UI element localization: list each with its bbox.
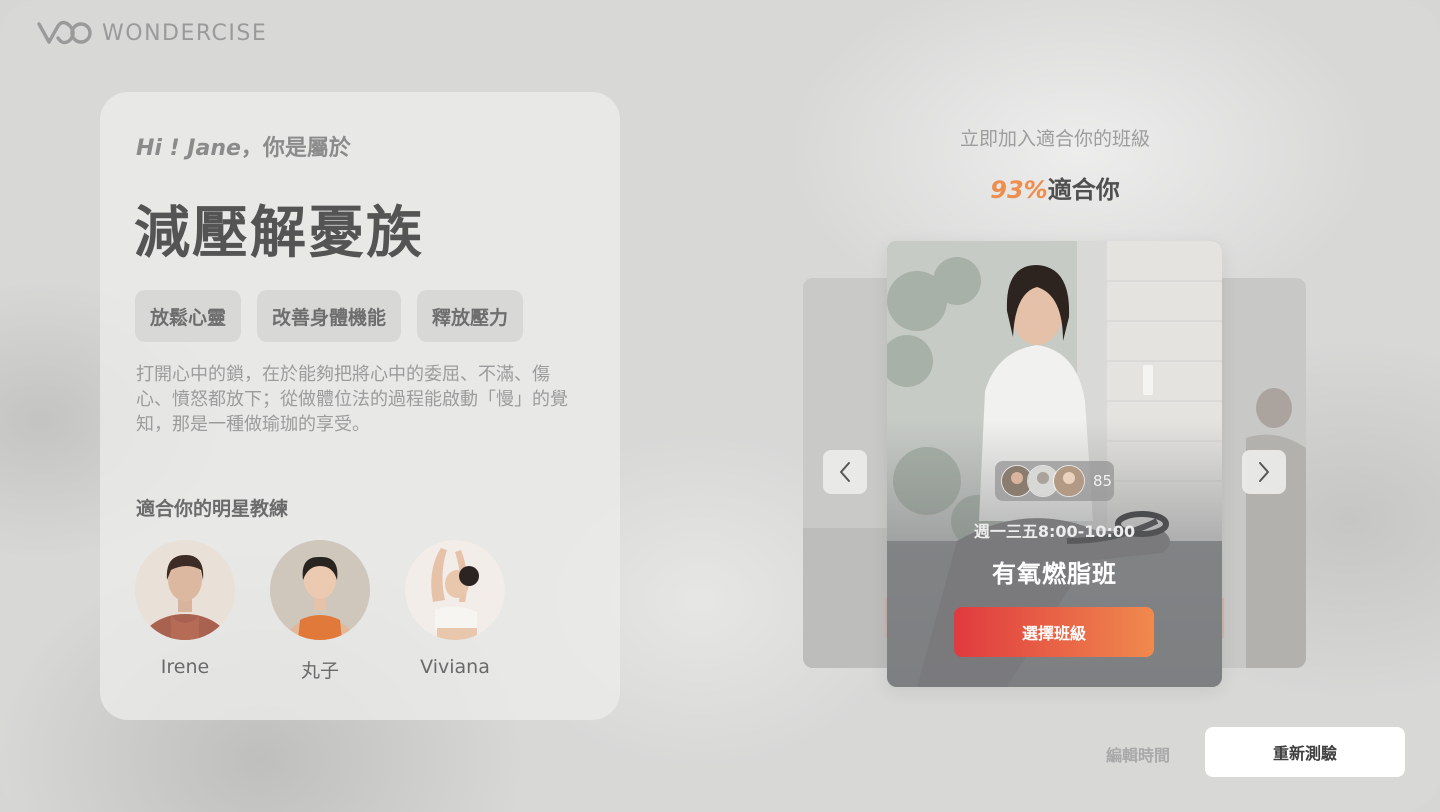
wondercise-logo-icon (37, 20, 92, 45)
type-description: 打開心中的鎖，在於能夠把將心中的委屈、不滿、傷心、憤怒都放下；從做體位法的過程能… (136, 364, 568, 435)
tag-item: 釋放壓力 (417, 290, 524, 342)
coach-name: Irene (160, 656, 210, 678)
match-suffix: 適合你 (1047, 176, 1120, 204)
app-frame: WONDERCISE Hi ! Jane，你是屬於 減壓解憂族 放鬆心靈 改善身… (0, 0, 1440, 812)
member-count: 85 (1093, 472, 1113, 490)
match-rate: 93%適合你 (855, 170, 1255, 205)
carousel-prev-button[interactable] (823, 450, 867, 494)
avatar[interactable] (135, 540, 235, 640)
profile-card: Hi ! Jane，你是屬於 減壓解憂族 放鬆心靈 改善身體機能 釋放壓力 打開… (100, 92, 620, 720)
coach-heading: 適合你的明星教練 (136, 498, 289, 520)
class-schedule: 週一三五8:00-10:00 (973, 522, 1136, 541)
greeting-name: Hi ! Jane (136, 136, 241, 161)
class-card[interactable]: 85 週一三五8:00-10:00 有氧燃脂班 選擇班級 (887, 241, 1222, 687)
chevron-right-icon (1259, 462, 1269, 482)
tag-item: 改善身體機能 (257, 290, 402, 342)
greeting-suffix: ，你是屬於 (240, 136, 351, 161)
tag-list: 放鬆心靈 改善身體機能 釋放壓力 (135, 290, 524, 342)
personality-type-title: 減壓解憂族 (134, 201, 424, 266)
coach-item[interactable]: 丸子 (270, 540, 370, 683)
edit-time-link[interactable]: 編輯時間 (1106, 742, 1170, 766)
member-avatars: 85 (995, 461, 1114, 501)
coach-list: Irene 丸子 Viviana (135, 540, 505, 683)
greeting: Hi ! Jane，你是屬於 (136, 130, 351, 162)
coach-item[interactable]: Viviana (405, 540, 505, 683)
chevron-left-icon (840, 462, 850, 482)
select-class-button[interactable]: 選擇班級 (954, 607, 1154, 657)
brand-name: WONDERCISE (102, 20, 268, 46)
tag-item: 放鬆心靈 (135, 290, 242, 342)
retest-button[interactable]: 重新測驗 (1205, 727, 1405, 777)
avatar (1053, 465, 1085, 497)
brand-logo[interactable]: WONDERCISE (36, 20, 267, 46)
coach-name: 丸子 (300, 660, 339, 682)
join-class-prompt: 立即加入適合你的班級 (959, 128, 1150, 150)
coach-item[interactable]: Irene (135, 540, 235, 683)
coach-name: Viviana (420, 656, 490, 678)
avatar[interactable] (405, 540, 505, 640)
avatar[interactable] (270, 540, 370, 640)
match-percent: 93% (990, 176, 1048, 204)
class-name: 有氧燃脂班 (992, 560, 1117, 588)
carousel-next-button[interactable] (1242, 450, 1286, 494)
